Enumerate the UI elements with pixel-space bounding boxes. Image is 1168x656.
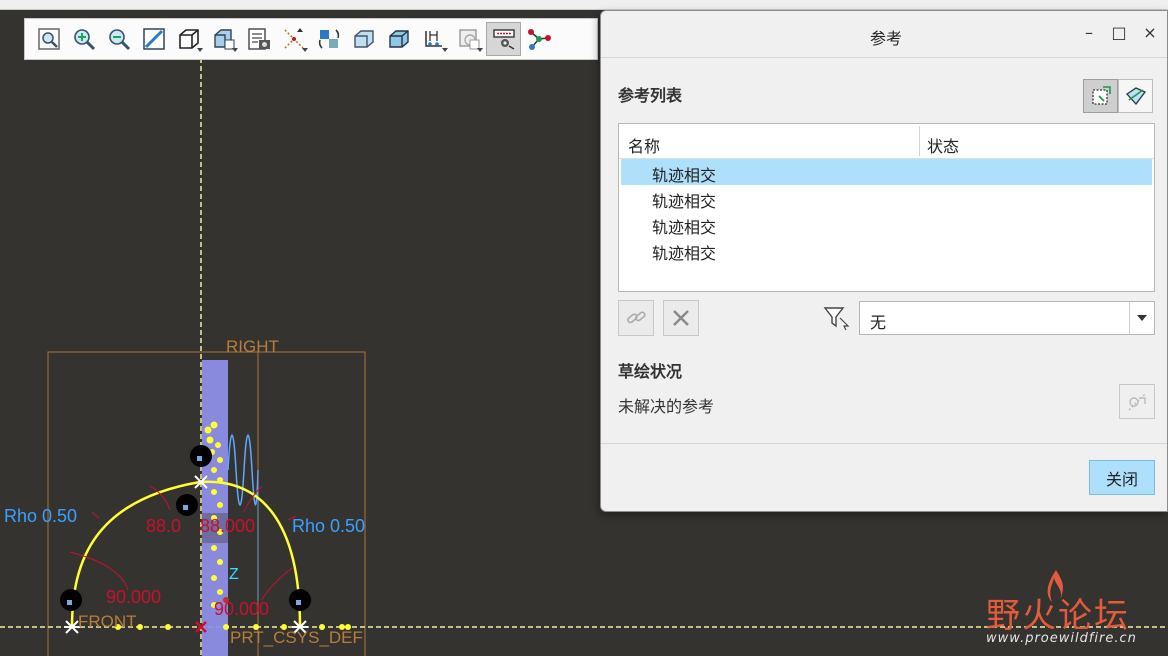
sketch-view-button[interactable] (451, 22, 486, 56)
z-axis-label: Z (229, 566, 239, 583)
delete-x-icon (673, 310, 689, 326)
close-button[interactable]: 关闭 (1089, 460, 1155, 495)
chain-link-icon (627, 311, 646, 324)
sketch-tools-icon (527, 29, 551, 50)
datum-label-right: RIGHT (226, 337, 279, 356)
column-name[interactable]: 名称 (628, 133, 660, 157)
repaint-icon (142, 28, 165, 50)
view-manager-button[interactable] (241, 22, 276, 56)
datum-display-button[interactable] (276, 22, 311, 56)
chevron-down-icon[interactable] (1129, 302, 1154, 334)
csys-label: PRT_CSYS_DEF (230, 628, 363, 647)
dialog-divider (601, 443, 1167, 444)
reference-list-label: 参考列表 (618, 86, 683, 105)
reference-list: 名称 状态 轨迹相交 轨迹相交 轨迹相交 轨迹相交 (618, 123, 1155, 292)
ribbon-edge (0, 0, 1168, 10)
spin-center-button[interactable] (311, 22, 346, 56)
watermark-title: 野火论坛 (986, 596, 1130, 636)
sketch-tools-button[interactable] (521, 22, 556, 56)
references-dialog: 参考 – □ × 参考列表 名称 状态 轨迹相交 轨迹相交 轨迹相交 轨迹相交 … (600, 10, 1168, 512)
reference-list-header: 名称 状态 (619, 124, 1154, 159)
dimension-left-top: 88.0 (146, 516, 181, 536)
view-manager-icon (247, 28, 270, 50)
vertex-markers (60, 445, 311, 611)
refit-button[interactable] (31, 22, 66, 56)
chain-reference-button[interactable] (618, 300, 654, 336)
refit-icon (37, 28, 60, 50)
annotation-display-icon (353, 30, 374, 48)
solve-references-button[interactable] (1119, 384, 1155, 419)
graphics-toolbar (24, 18, 598, 60)
display-style-button[interactable] (171, 22, 206, 56)
zoom-in-icon (73, 29, 95, 51)
dimension-right-top: 88.000 (200, 516, 255, 536)
sketch-status-text: 未解决的参考 (618, 397, 715, 416)
maximize-button[interactable]: □ (1109, 23, 1129, 42)
delete-reference-button[interactable] (663, 300, 699, 336)
list-item[interactable]: 轨迹相交 (621, 185, 1152, 211)
zoom-out-button[interactable] (101, 22, 136, 56)
column-status[interactable]: 状态 (927, 133, 959, 157)
appearance-icon (388, 30, 409, 48)
list-item-name: 轨迹相交 (652, 192, 717, 211)
datum-label-front: FRONT (78, 612, 137, 631)
list-item-name: 轨迹相交 (652, 218, 717, 237)
reference-view-toggle (1083, 79, 1153, 113)
close-window-button[interactable]: × (1140, 23, 1160, 42)
dimension-left-bottom: 90.000 (106, 587, 161, 607)
list-item[interactable]: 轨迹相交 (621, 159, 1152, 185)
list-item-name: 轨迹相交 (652, 166, 717, 185)
spin-center-icon (318, 29, 339, 49)
filter-icon (823, 305, 851, 335)
filter-dropdown[interactable]: 无 (859, 301, 1155, 335)
rho-label-left: Rho 0.50 (4, 506, 77, 526)
sketch-status-label: 草绘状况 (618, 362, 683, 381)
column-divider[interactable] (919, 126, 920, 156)
sketcher-display-button[interactable] (416, 22, 451, 56)
forum-watermark: 野火论坛 www.proewildfire.cn (982, 570, 1162, 650)
references-button[interactable] (486, 22, 521, 56)
saved-orientations-button[interactable] (206, 22, 241, 56)
select-reference-icon (1091, 86, 1111, 105)
list-item-name: 轨迹相交 (652, 244, 717, 263)
zoom-out-icon (108, 29, 130, 51)
references-icon (492, 29, 515, 50)
zoom-in-button[interactable] (66, 22, 101, 56)
cross-section-icon (1125, 87, 1146, 106)
annotation-display-button[interactable] (346, 22, 381, 56)
repaint-button[interactable] (136, 22, 171, 56)
dialog-titlebar[interactable]: 参考 – □ × (601, 11, 1167, 58)
cross-section-button[interactable] (1118, 79, 1153, 113)
filter-value: 无 (870, 313, 887, 332)
dimension-right-bottom: 90.000 (214, 599, 269, 619)
appearance-button[interactable] (381, 22, 416, 56)
list-item[interactable]: 轨迹相交 (621, 211, 1152, 237)
minimize-button[interactable]: – (1079, 23, 1099, 42)
select-reference-button[interactable] (1083, 79, 1118, 113)
solve-icon (1128, 392, 1146, 411)
list-item[interactable]: 轨迹相交 (621, 237, 1152, 263)
watermark-url: www.proewildfire.cn (986, 631, 1137, 646)
rho-label-right: Rho 0.50 (292, 516, 365, 536)
